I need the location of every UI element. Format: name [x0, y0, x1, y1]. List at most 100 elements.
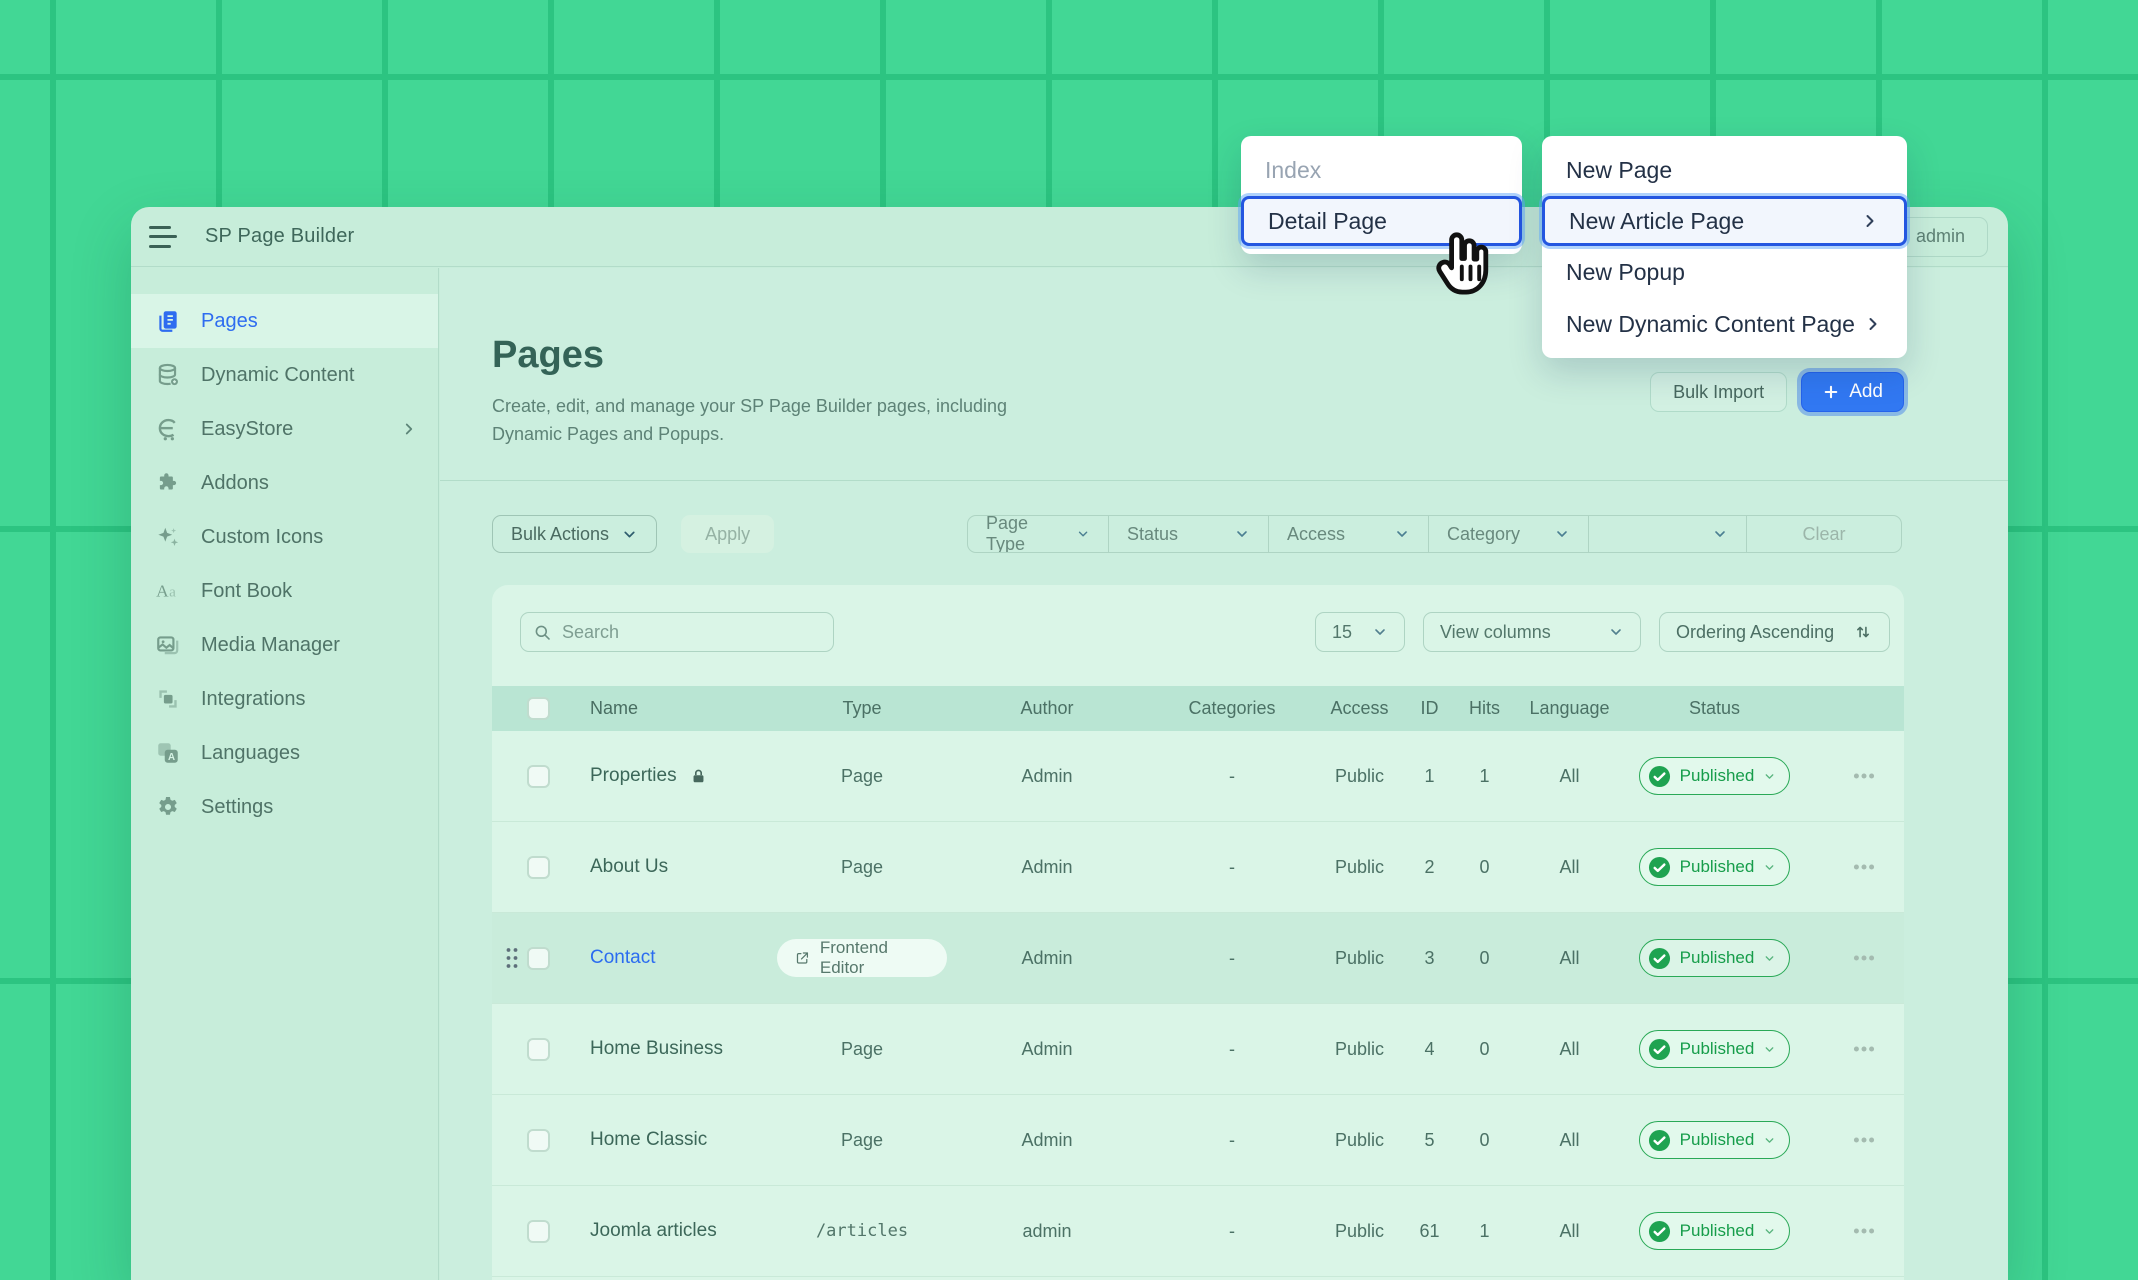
status-cell: Published — [1627, 848, 1802, 886]
menu-item-label: New Dynamic Content Page — [1566, 311, 1855, 338]
chevron-down-icon — [1712, 526, 1728, 542]
table-row[interactable]: About UsPageAdmin-Public20AllPublished — [492, 822, 1904, 913]
addons-icon — [155, 470, 181, 496]
status-badge[interactable]: Published — [1639, 1030, 1791, 1068]
view-columns-select[interactable]: View columns — [1423, 612, 1641, 652]
table-row[interactable]: Home ClassicPageAdmin-Public50AllPublish… — [492, 1095, 1904, 1186]
sidebar-item-label: Addons — [201, 472, 269, 495]
sidebar-item-languages[interactable]: ALanguages — [131, 726, 438, 780]
drag-handle-icon[interactable] — [504, 945, 520, 971]
search-box — [520, 612, 834, 652]
menu-item-new-page[interactable]: New Page — [1542, 144, 1907, 196]
clear-filters-button[interactable]: Clear — [1746, 516, 1901, 552]
ordering-label: Ordering Ascending — [1676, 622, 1834, 643]
table-row[interactable]: Home BusinessPageAdmin-Public40AllPublis… — [492, 1004, 1904, 1095]
row-menu-button[interactable] — [1847, 850, 1881, 884]
status-badge[interactable]: Published — [1639, 848, 1791, 886]
main-content: Pages Create, edit, and manage your SP P… — [440, 268, 2008, 1280]
add-button[interactable]: Add — [1801, 372, 1904, 412]
ordering-button[interactable]: Ordering Ascending — [1659, 612, 1890, 652]
select-all-checkbox[interactable] — [527, 697, 550, 720]
bulk-actions-dropdown[interactable]: Bulk Actions — [492, 515, 657, 553]
menu-item-new-popup[interactable]: New Popup — [1542, 246, 1907, 298]
row-menu-button[interactable] — [1847, 1032, 1881, 1066]
page-type-cell: Frontend Editor — [777, 939, 947, 977]
status-badge[interactable]: Published — [1639, 1212, 1791, 1250]
row-menu-button[interactable] — [1847, 1214, 1881, 1248]
search-input[interactable] — [562, 622, 821, 643]
id-cell: 1 — [1402, 766, 1457, 787]
page-name-cell[interactable]: Properties — [562, 765, 777, 787]
access-cell: Public — [1317, 857, 1402, 878]
table-row[interactable]: ContactFrontend EditorAdmin-Public30AllP… — [492, 913, 1904, 1004]
hamburger-menu-icon[interactable] — [149, 226, 179, 248]
column-header-hits: Hits — [1457, 698, 1512, 719]
page-name-cell[interactable]: About Us — [562, 856, 777, 878]
status-label: Published — [1680, 857, 1755, 877]
language-cell: All — [1512, 948, 1627, 969]
hits-cell: 0 — [1457, 1130, 1512, 1151]
sidebar-item-custom-icons[interactable]: Custom Icons — [131, 510, 438, 564]
bulk-import-button[interactable]: Bulk Import — [1650, 372, 1787, 412]
integrations-icon — [155, 686, 181, 712]
menu-item-new-article-page[interactable]: New Article Page — [1542, 196, 1907, 246]
row-checkbox[interactable] — [527, 765, 550, 788]
row-menu-button[interactable] — [1847, 759, 1881, 793]
frontend-editor-badge[interactable]: Frontend Editor — [777, 939, 947, 977]
filter-page-type[interactable]: Page Type — [968, 516, 1108, 552]
table-row[interactable]: PropertiesPageAdmin-Public11AllPublished — [492, 731, 1904, 822]
admin-user-button[interactable]: admin — [1893, 217, 1988, 257]
page-name-cell[interactable]: Joomla articles — [562, 1220, 777, 1242]
status-badge[interactable]: Published — [1639, 1121, 1791, 1159]
row-checkbox[interactable] — [527, 856, 550, 879]
filter-toolbar: Bulk Actions Apply Page Type StatusAccess… — [492, 515, 1902, 553]
row-checkbox[interactable] — [527, 1038, 550, 1061]
filter-status[interactable]: Status — [1108, 516, 1268, 552]
page-name-cell[interactable]: Contact — [562, 947, 777, 969]
sidebar-item-integrations[interactable]: Integrations — [131, 672, 438, 726]
page-name: About Us — [590, 856, 668, 878]
sidebar-item-dynamic-content[interactable]: Dynamic Content — [131, 348, 438, 402]
filter-category[interactable]: Category — [1428, 516, 1588, 552]
sidebar-item-media-manager[interactable]: Media Manager — [131, 618, 438, 672]
sidebar-item-easystore[interactable]: EasyStore — [131, 402, 438, 456]
status-badge[interactable]: Published — [1639, 757, 1791, 795]
sidebar-item-addons[interactable]: Addons — [131, 456, 438, 510]
access-cell: Public — [1317, 948, 1402, 969]
add-button-label: Add — [1849, 381, 1883, 403]
column-header-id: ID — [1402, 698, 1457, 719]
menu-item-detail-page[interactable]: Detail Page — [1241, 196, 1522, 246]
language-cell: All — [1512, 857, 1627, 878]
check-circle-icon — [1648, 1129, 1671, 1152]
page-size-select[interactable]: 15 — [1315, 612, 1405, 652]
menu-item-index[interactable]: Index — [1241, 144, 1522, 196]
filter-access[interactable]: Access — [1268, 516, 1428, 552]
chevron-right-icon — [1860, 211, 1880, 231]
access-cell: Public — [1317, 1130, 1402, 1151]
filter-empty[interactable] — [1588, 516, 1746, 552]
row-menu-button[interactable] — [1847, 941, 1881, 975]
sidebar-item-label: Custom Icons — [201, 526, 323, 549]
sidebar-item-label: Media Manager — [201, 634, 340, 657]
page-name-cell[interactable]: Home Business — [562, 1038, 777, 1060]
menu-item-new-dynamic-content-page[interactable]: New Dynamic Content Page — [1542, 298, 1907, 350]
filter-label: Page Type — [986, 515, 1062, 553]
page-name-link[interactable]: Contact — [590, 947, 655, 969]
row-checkbox[interactable] — [527, 1220, 550, 1243]
page-head-actions: Bulk Import Add — [1650, 372, 1904, 412]
row-checkbox[interactable] — [527, 1129, 550, 1152]
language-cell: All — [1512, 766, 1627, 787]
row-menu-button[interactable] — [1847, 1123, 1881, 1157]
page-name-cell[interactable]: Home Classic — [562, 1129, 777, 1151]
id-cell: 61 — [1402, 1221, 1457, 1242]
page-description: Create, edit, and manage your SP Page Bu… — [492, 392, 1037, 448]
status-badge[interactable]: Published — [1639, 939, 1791, 977]
table-row[interactable]: Joomla articles/articlesadmin-Public611A… — [492, 1186, 1904, 1277]
desktop-background: SP Page Builder admin PagesDynamic Conte… — [0, 0, 2138, 1280]
row-checkbox[interactable] — [527, 947, 550, 970]
sidebar-item-pages[interactable]: Pages — [131, 294, 438, 348]
sidebar-item-settings[interactable]: Settings — [131, 780, 438, 834]
author-cell: Admin — [947, 766, 1147, 787]
apply-button[interactable]: Apply — [681, 515, 774, 553]
sidebar-item-font-book[interactable]: AaFont Book — [131, 564, 438, 618]
